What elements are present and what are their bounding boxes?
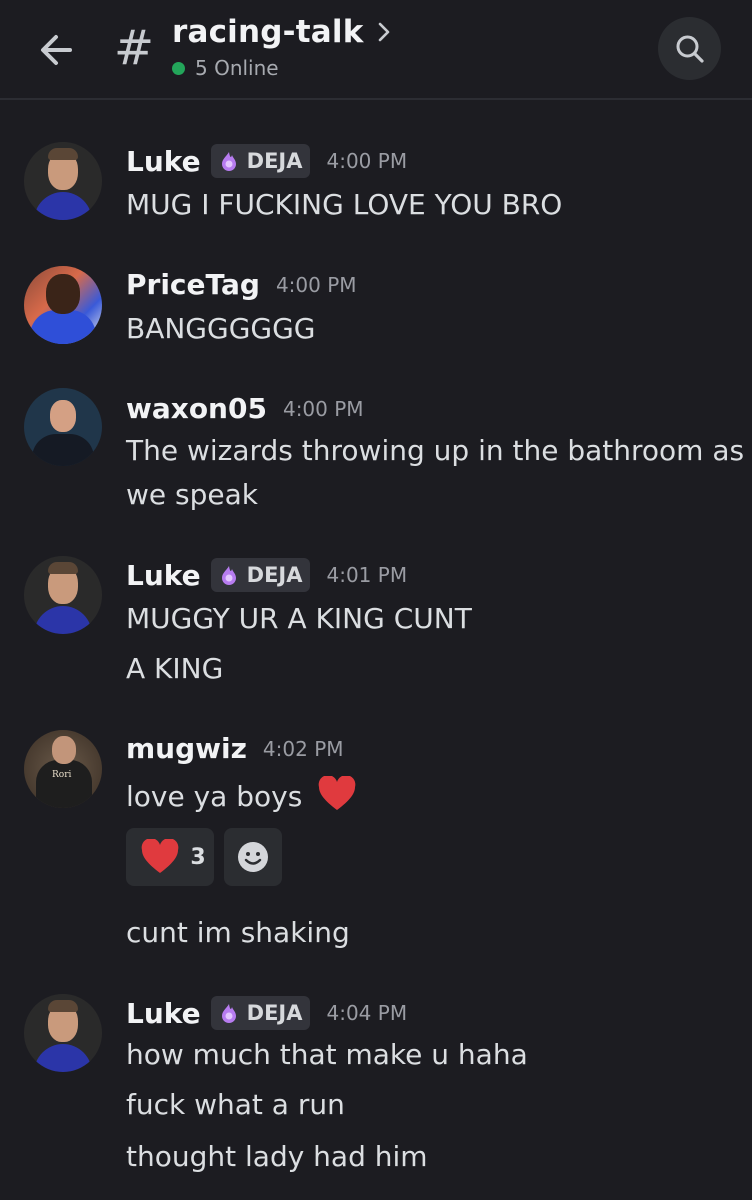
- flame-orb-icon: [221, 152, 236, 171]
- author-name[interactable]: waxon05: [126, 392, 267, 425]
- avatar[interactable]: [24, 556, 102, 634]
- smiley-add-reaction-icon: [238, 842, 268, 872]
- timestamp: 4:01 PM: [326, 563, 408, 587]
- flame-orb-icon: [221, 566, 236, 585]
- avatar[interactable]: [24, 388, 102, 466]
- message-text: fuck what a run: [126, 1088, 345, 1121]
- timestamp: 4:02 PM: [262, 736, 344, 761]
- channel-header: # racing-talk 5 Online: [0, 0, 752, 100]
- channel-hash-icon: #: [113, 20, 155, 76]
- avatar-shirt-text: Rori: [52, 770, 72, 780]
- message-header: waxon05 4:00 PM: [126, 392, 364, 425]
- message-text: cunt im shaking: [126, 916, 350, 949]
- message-header: mugwiz 4:02 PM: [126, 732, 344, 765]
- author-name[interactable]: Luke: [126, 997, 201, 1030]
- author-name[interactable]: PriceTag: [126, 268, 260, 301]
- message-header: Luke DEJA 4:00 PM: [126, 144, 407, 178]
- avatar[interactable]: Rori: [24, 730, 102, 808]
- heart-icon: [142, 839, 179, 873]
- reaction-heart[interactable]: 3: [126, 828, 214, 886]
- message-text: MUG I FUCKING LOVE YOU BRO: [126, 188, 563, 221]
- message-text: The wizards throwing up in the bathroom …: [126, 434, 745, 467]
- role-badge-label: DEJA: [246, 563, 303, 587]
- heart-emoji-icon: [318, 776, 356, 810]
- timestamp: 4:00 PM: [282, 396, 364, 421]
- message-text: BANGGGGGG: [126, 312, 316, 345]
- channel-name[interactable]: racing-talk: [172, 14, 364, 50]
- flame-orb-icon: [221, 1004, 236, 1023]
- chevron-right-icon: [378, 22, 389, 42]
- role-badge: DEJA: [210, 558, 311, 592]
- channel-title-row[interactable]: racing-talk: [172, 12, 392, 52]
- online-count: 5 Online: [195, 56, 279, 80]
- avatar[interactable]: [24, 266, 102, 344]
- author-name[interactable]: Luke: [126, 145, 201, 178]
- message-text: MUGGY UR A KING CUNT: [126, 602, 472, 635]
- online-status: 5 Online: [172, 56, 279, 80]
- message-header: Luke DEJA 4:01 PM: [126, 558, 407, 592]
- timestamp: 4:00 PM: [326, 149, 408, 173]
- message-text: we speak: [126, 478, 258, 511]
- avatar[interactable]: [24, 142, 102, 220]
- message-text: thought lady had him: [126, 1140, 428, 1173]
- author-name[interactable]: mugwiz: [126, 732, 247, 765]
- reactions-bar: 3: [126, 828, 282, 886]
- role-badge-label: DEJA: [246, 1001, 303, 1025]
- online-dot-icon: [172, 61, 185, 75]
- role-badge: DEJA: [210, 144, 311, 178]
- back-arrow-icon[interactable]: [34, 28, 78, 72]
- add-reaction-button[interactable]: [224, 828, 282, 886]
- message-header: Luke DEJA 4:04 PM: [126, 996, 407, 1030]
- message-text: how much that make u haha: [126, 1038, 528, 1071]
- search-icon: [676, 35, 704, 63]
- author-name[interactable]: Luke: [126, 559, 201, 592]
- timestamp: 4:04 PM: [326, 1001, 408, 1025]
- message-text: love ya boys: [126, 776, 357, 813]
- role-badge: DEJA: [210, 996, 311, 1030]
- avatar[interactable]: [24, 994, 102, 1072]
- role-badge-label: DEJA: [246, 149, 303, 173]
- message-text-content: love ya boys: [126, 780, 303, 813]
- message-header: PriceTag 4:00 PM: [126, 268, 357, 301]
- search-button[interactable]: [658, 17, 721, 80]
- message-text: A KING: [126, 652, 224, 685]
- reaction-count: 3: [190, 844, 206, 870]
- timestamp: 4:00 PM: [275, 272, 357, 297]
